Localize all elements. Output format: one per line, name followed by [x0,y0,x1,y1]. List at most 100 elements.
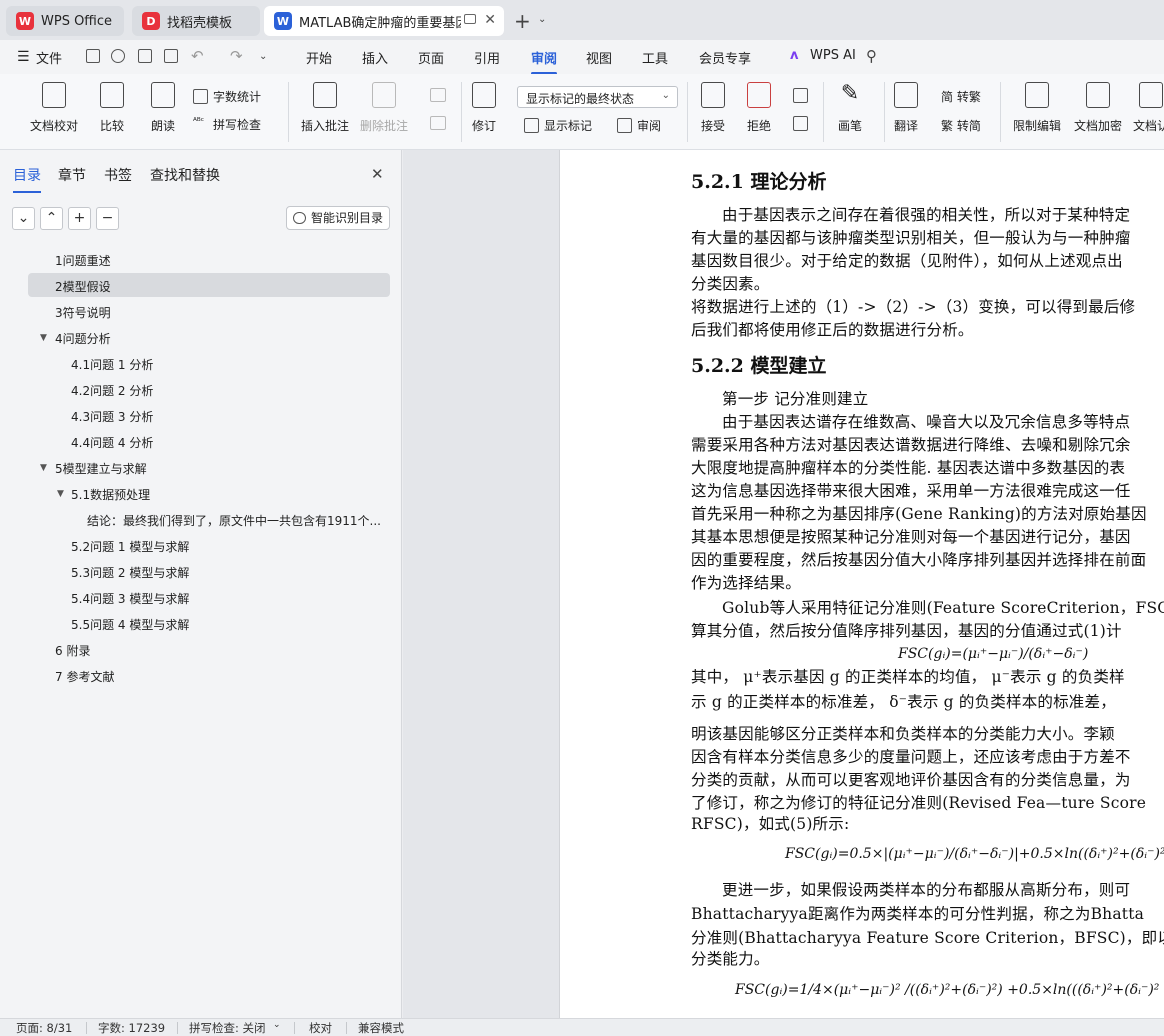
expand-caret-icon[interactable]: ▼ [40,333,47,343]
spell-check-status[interactable]: 拼写检查: 关闭 [189,1020,266,1036]
print-preview-icon[interactable] [164,49,178,63]
ribbon-separator [823,82,824,142]
redo-icon[interactable]: ↷ [230,47,243,65]
close-icon[interactable]: ✕ [371,165,384,183]
encrypt-icon [1086,82,1110,108]
tab-label: MATLAB确定肿瘤的重要基因 [299,15,461,31]
paragraph-line: 后我们都将使用修正后的数据进行分析。 [691,321,974,339]
menu-file[interactable]: 文件 [36,48,62,67]
monitor-icon[interactable] [464,14,476,24]
nav-tab-toc[interactable]: 目录 [13,165,41,193]
document-page[interactable]: 5.2.1 理论分析 由于基因表示之间存在着很强的相关性，所以对于某种特定 有大… [559,150,1164,1018]
proof-status[interactable]: 校对 [309,1020,332,1036]
encrypt-button[interactable]: 文档加密 [1074,82,1122,134]
insert-comment-button[interactable]: 插入批注 [301,82,349,134]
translate-button[interactable]: 翻译 [894,82,918,134]
to-traditional-button[interactable]: 简 转繁 [941,88,981,105]
pdf-icon[interactable] [111,49,125,63]
add-heading-button[interactable]: + [68,207,91,230]
toc-item[interactable]: 6 附录 [55,642,90,659]
menu-wps-ai[interactable]: WPS AI [810,48,856,63]
translate-label: 翻译 [894,119,919,133]
chevron-down-icon[interactable]: ⌄ [273,1020,281,1030]
wps-ai-icon[interactable]: ʌ [790,48,798,63]
doc-cert-button[interactable]: 文档认 [1133,82,1164,134]
menu-member[interactable]: 会员专享 [699,48,751,67]
toc-item[interactable]: 结论：最终我们得到了，原文件中一共包含有1911个... [87,512,387,529]
compare-button[interactable]: 比较 [100,82,124,134]
menu-review[interactable]: 审阅 [531,48,558,75]
restrict-edit-button[interactable]: 限制编辑 [1013,82,1061,134]
toc-item[interactable]: 4.1问题 1 分析 [71,356,153,373]
toc-item[interactable]: 4问题分析 [55,330,111,347]
menu-insert[interactable]: 插入 [362,48,388,67]
close-icon[interactable]: ✕ [484,12,496,28]
word-count-indicator[interactable]: 字数: 17239 [98,1020,165,1036]
pen-label: 画笔 [838,119,863,133]
save-icon[interactable] [86,49,100,63]
menu-home[interactable]: 开始 [306,48,332,67]
toc-item[interactable]: 4.4问题 4 分析 [71,434,153,451]
toc-item[interactable]: 5.4问题 3 模型与求解 [71,590,189,607]
markup-state-select[interactable]: 显示标记的最终状态 ⌄ [517,86,678,108]
read-aloud-button[interactable]: 朗读 [151,82,175,134]
spell-check-button[interactable]: ᴬᴮᶜ 拼写检查 [193,116,261,133]
to-simplified-button[interactable]: 繁 转简 [941,117,981,134]
nav-tab-find-replace[interactable]: 查找和替换 [150,165,220,185]
tab-wps-office[interactable]: W WPS Office [6,6,124,36]
doc-check-button[interactable]: 文档校对 [30,82,78,134]
review-pane-button[interactable]: 审阅 [617,117,661,134]
tab-document[interactable]: W MATLAB确定肿瘤的重要基因 ✕ [264,6,504,36]
toc-item[interactable]: 1问题重述 [55,252,111,269]
expand-caret-icon[interactable]: ▼ [40,463,47,473]
toc-item[interactable]: 5.1数据预处理 [71,486,150,503]
accept-button[interactable]: 接受 [701,82,725,134]
prev-change-icon[interactable] [793,88,808,103]
chevron-down-icon[interactable]: ⌄ [259,51,267,62]
print-icon[interactable] [138,49,152,63]
toc-item[interactable]: 5.5问题 4 模型与求解 [71,616,189,633]
chevron-down-icon[interactable]: ⌄ [538,14,546,25]
nav-tab-bookmark[interactable]: 书签 [104,165,132,185]
pen-button[interactable]: ✎ 画笔 [838,82,862,134]
toc-item[interactable]: 4.3问题 3 分析 [71,408,153,425]
menu-view[interactable]: 视图 [586,48,612,67]
accept-label: 接受 [701,119,726,133]
collapse-down-button[interactable]: ⌄ [12,207,35,230]
restrict-edit-label: 限制编辑 [1013,119,1062,133]
toc-item[interactable]: 5模型建立与求解 [55,460,147,477]
toc-item[interactable]: 7 参考文献 [55,668,114,685]
toc-item[interactable]: 5.2问题 1 模型与求解 [71,538,189,555]
compare-icon [100,82,124,108]
status-separator [346,1022,347,1034]
show-markup-button[interactable]: 显示标记 [524,117,592,134]
revise-button[interactable]: 修订 [472,82,496,134]
delete-comment-button[interactable]: 删除批注 [360,82,408,134]
menu-page[interactable]: 页面 [418,48,444,67]
spell-check-label: 拼写检查 [213,118,262,132]
toc-item[interactable]: 2模型假设 [55,278,111,295]
search-icon[interactable]: ⚲ [866,47,877,65]
show-markup-label: 显示标记 [544,119,593,133]
remove-heading-button[interactable]: − [96,207,119,230]
expand-caret-icon[interactable]: ▼ [57,489,64,499]
menu-reference[interactable]: 引用 [474,48,500,67]
hamburger-icon[interactable]: ☰ [17,49,30,65]
toc-item[interactable]: 4.2问题 2 分析 [71,382,153,399]
nav-tab-chapter[interactable]: 章节 [58,165,86,185]
toc-item[interactable]: 3符号说明 [55,304,111,321]
smart-toc-button[interactable]: 智能识别目录 [286,206,390,230]
menu-tools[interactable]: 工具 [642,48,668,67]
tab-template[interactable]: D 找稻壳模板 [132,6,260,36]
word-count-button[interactable]: 字数统计 [193,88,261,105]
toc-item[interactable]: 5.3问题 2 模型与求解 [71,564,189,581]
insert-comment-label: 插入批注 [301,119,350,133]
reject-button[interactable]: 拒绝 [747,82,771,134]
next-change-icon[interactable] [793,116,808,131]
collapse-up-button[interactable]: ⌃ [40,207,63,230]
new-tab-button[interactable]: + [514,9,531,33]
undo-icon[interactable]: ↶ [191,47,204,65]
prev-comment-icon[interactable] [430,88,446,102]
page-indicator[interactable]: 页面: 8/31 [16,1020,72,1036]
next-comment-icon[interactable] [430,116,446,130]
